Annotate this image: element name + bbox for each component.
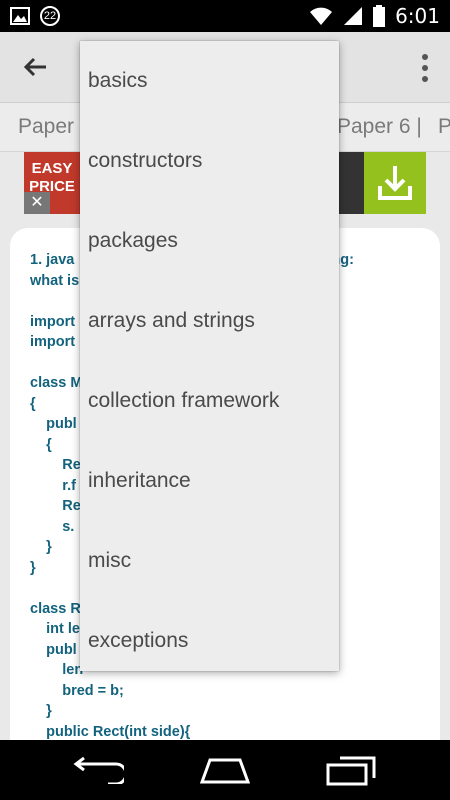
ad-thumb-text-1: EASY <box>31 160 73 177</box>
download-icon <box>378 166 412 200</box>
code-line: } <box>30 703 52 719</box>
system-nav-bar <box>0 740 450 800</box>
image-notification-icon <box>10 7 30 25</box>
status-bar: 22 6:01 <box>0 0 450 32</box>
menu-item-basics[interactable]: basics <box>80 41 339 121</box>
menu-item-misc[interactable]: misc <box>80 521 339 601</box>
tab-paper[interactable]: Paper <box>18 115 74 139</box>
battery-icon <box>373 5 386 27</box>
home-nav-icon[interactable] <box>200 758 250 784</box>
menu-item-exceptions[interactable]: exceptions <box>80 601 339 681</box>
menu-item-packages[interactable]: packages <box>80 201 339 281</box>
menu-item-inheritance[interactable]: inheritance <box>80 441 339 521</box>
menu-item-constructors[interactable]: constructors <box>80 121 339 201</box>
signal-icon <box>344 7 363 25</box>
menu-item-collection-framework[interactable]: collection framework <box>80 361 339 441</box>
code-line: public Rect(int side){ <box>30 723 191 740</box>
recents-nav-icon[interactable] <box>326 756 376 786</box>
download-button[interactable] <box>364 152 426 214</box>
topic-dropdown-menu: basics constructors packages arrays and … <box>80 41 339 671</box>
ad-close-button[interactable]: ✕ <box>24 192 50 214</box>
wifi-icon <box>310 7 333 25</box>
back-arrow-icon[interactable] <box>20 52 50 82</box>
tab-paper-6[interactable]: Paper 6 | <box>337 115 422 139</box>
tab-next[interactable]: P <box>438 115 450 139</box>
notification-count-badge: 22 <box>40 6 60 26</box>
clock: 6:01 <box>395 4 440 28</box>
menu-item-arrays-and-strings[interactable]: arrays and strings <box>80 281 339 361</box>
back-nav-icon[interactable] <box>72 756 124 784</box>
overflow-menu-icon[interactable] <box>422 54 428 82</box>
code-line: bred = b; <box>30 682 124 699</box>
